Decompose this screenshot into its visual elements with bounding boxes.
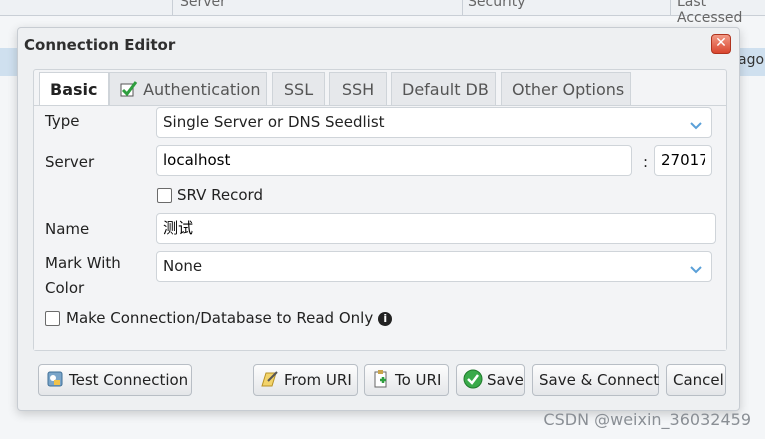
dialog-title: Connection Editor	[24, 36, 176, 54]
type-select[interactable]: Single Server or DNS Seedlist	[156, 107, 712, 138]
port-input[interactable]	[654, 145, 712, 176]
tab-authentication[interactable]: Authentication	[109, 72, 267, 106]
tab-ssl[interactable]: SSL	[272, 72, 325, 106]
cancel-button[interactable]: Cancel	[666, 364, 726, 396]
tab-label: Other Options	[512, 80, 625, 99]
save-and-connect-label: Save & Connect	[539, 371, 660, 389]
column-separator	[670, 0, 671, 16]
from-uri-icon	[260, 369, 280, 389]
read-only-label: Make Connection/Database to Read Only i	[66, 309, 393, 327]
info-icon[interactable]: i	[378, 312, 393, 326]
color-select[interactable]: None	[156, 251, 712, 282]
srv-record-label: SRV Record	[177, 186, 263, 204]
column-separator	[462, 0, 463, 16]
editor-panel: Basic Authentication SSL SSH Default DB …	[33, 69, 727, 351]
tab-label: Authentication	[143, 80, 261, 99]
read-only-label-text: Make Connection/Database to Read Only	[66, 309, 374, 327]
save-button[interactable]: Save	[456, 364, 525, 396]
tab-label: Basic	[50, 80, 98, 99]
color-select-value: None	[163, 257, 203, 275]
mark-color-label-line1: Mark With	[45, 254, 121, 272]
save-check-icon	[463, 369, 483, 389]
tab-ssh[interactable]: SSH	[329, 72, 387, 106]
save-label: Save	[487, 371, 524, 389]
name-input-field[interactable]	[163, 214, 709, 243]
tab-other-options[interactable]: Other Options	[501, 72, 631, 106]
type-select-value: Single Server or DNS Seedlist	[163, 113, 385, 131]
to-uri-button[interactable]: To URI	[364, 364, 449, 396]
from-uri-label: From URI	[284, 371, 352, 389]
chevron-down-icon	[689, 113, 703, 130]
tab-label: SSH	[341, 80, 375, 99]
tab-basic[interactable]: Basic	[39, 72, 109, 107]
basic-tab-content: Type Single Server or DNS Seedlist Serve…	[34, 105, 726, 350]
close-button[interactable]: ✕	[711, 34, 731, 54]
column-separator	[172, 0, 173, 16]
test-connection-button[interactable]: Test Connection	[38, 364, 192, 396]
srv-record-checkbox[interactable]	[157, 188, 172, 203]
tab-default-db[interactable]: Default DB	[391, 72, 496, 106]
port-input-field[interactable]	[661, 146, 705, 175]
tab-label: Default DB	[402, 80, 489, 99]
to-uri-label: To URI	[395, 371, 442, 389]
read-only-checkbox[interactable]	[45, 311, 60, 326]
column-header-last-accessed[interactable]: Last Accessed	[677, 0, 765, 26]
row-last-accessed-text: ago	[738, 52, 765, 68]
server-input[interactable]	[156, 145, 632, 176]
watermark: CSDN @weixin_36032459	[543, 410, 751, 429]
name-label: Name	[45, 220, 90, 238]
server-input-field[interactable]	[163, 146, 625, 175]
name-input[interactable]	[156, 213, 716, 244]
cancel-label: Cancel	[673, 371, 724, 389]
port-separator: :	[643, 153, 649, 171]
test-connection-label: Test Connection	[69, 371, 189, 389]
server-label: Server	[45, 153, 95, 171]
from-uri-button[interactable]: From URI	[253, 364, 358, 396]
tab-label: SSL	[283, 80, 314, 99]
to-uri-icon	[371, 369, 391, 389]
background-table-header: Server Security Last Accessed	[0, 0, 765, 26]
test-connection-icon	[45, 369, 65, 389]
chevron-down-icon	[689, 257, 703, 274]
connection-editor-dialog: Connection Editor ✕ Basic Authentication…	[17, 27, 740, 411]
mark-color-label-line2: Color	[45, 279, 85, 297]
column-header-server[interactable]: Server	[180, 0, 226, 10]
type-label: Type	[45, 112, 80, 130]
column-header-security[interactable]: Security	[468, 0, 526, 10]
check-icon	[120, 80, 143, 99]
save-and-connect-button[interactable]: Save & Connect	[532, 364, 659, 396]
